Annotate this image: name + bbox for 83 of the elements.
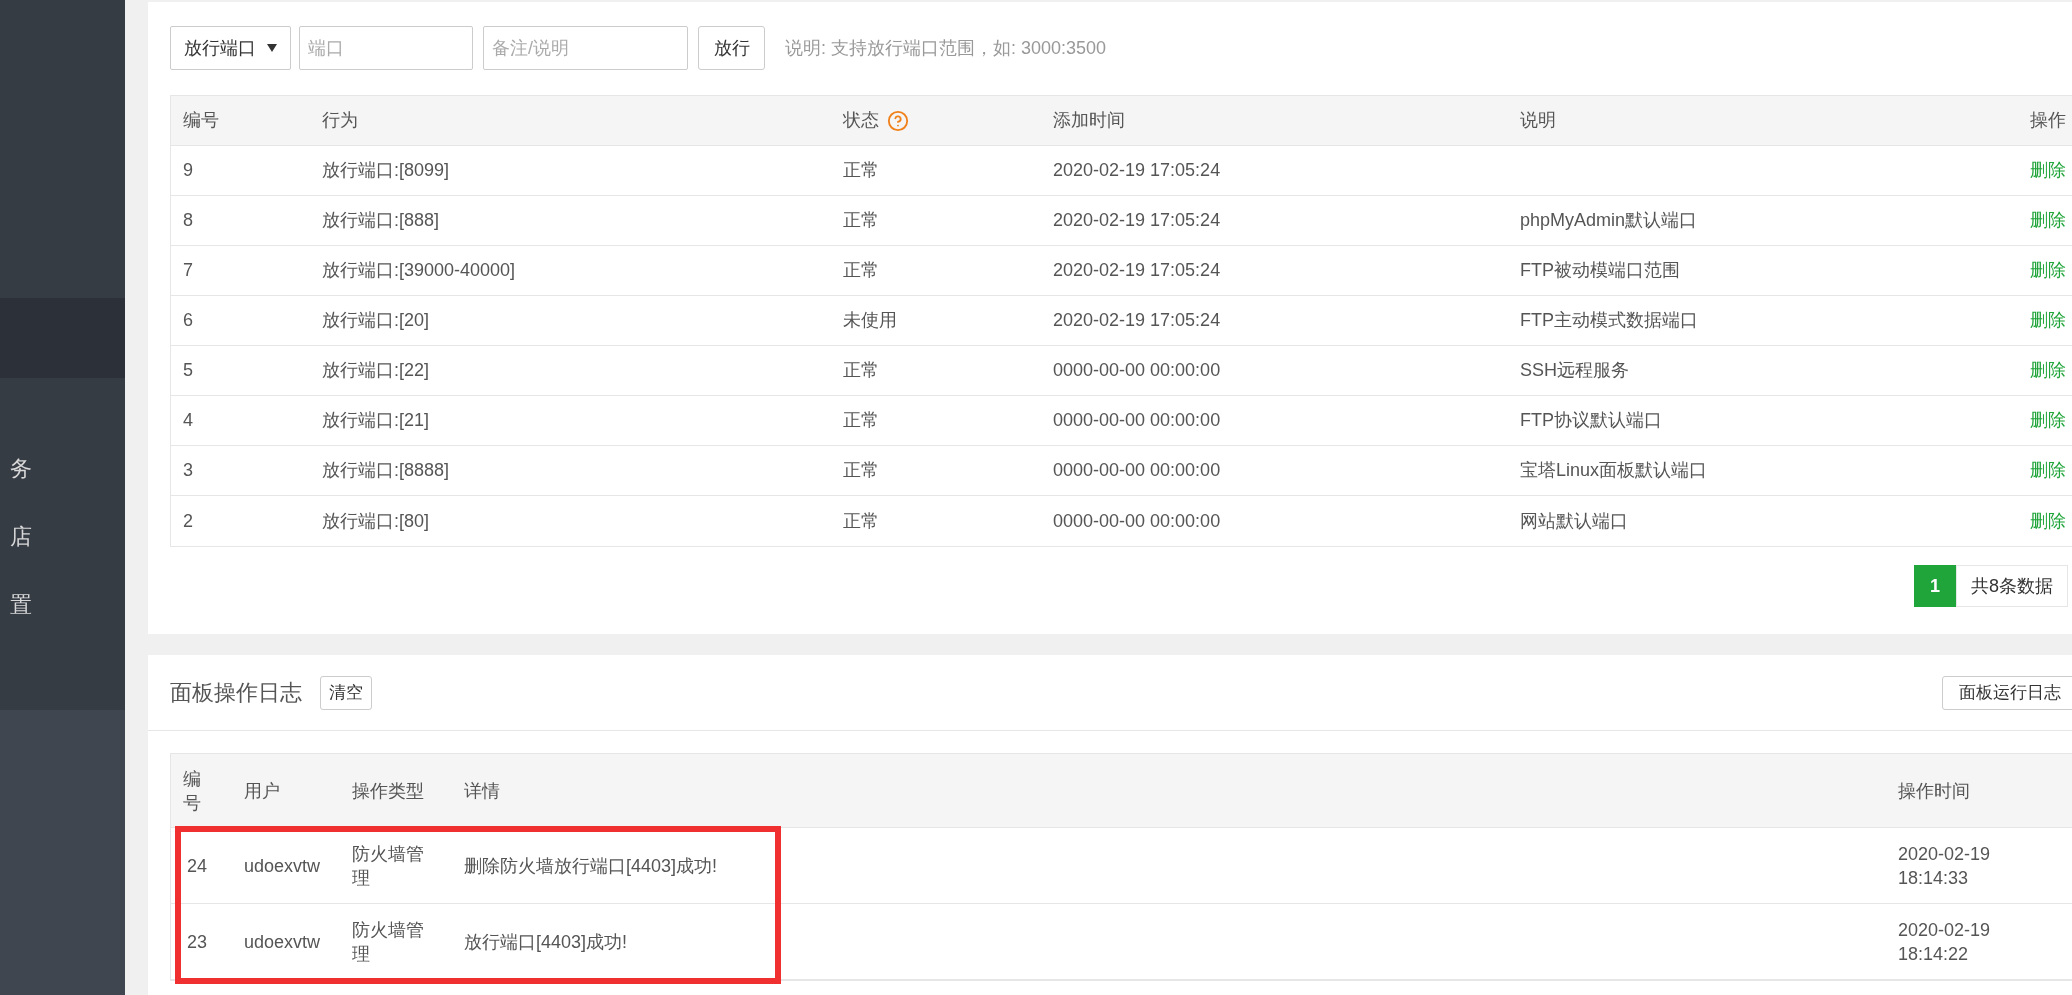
table-cell: 放行端口[4403]成功! bbox=[464, 931, 628, 952]
column-header: 操作类型 bbox=[352, 780, 424, 801]
delete-link[interactable]: 删除 bbox=[2030, 410, 2066, 430]
table-cell-text: 2020-02-19 18:14:22 bbox=[1898, 918, 1992, 966]
delete-link[interactable]: 删除 bbox=[2030, 160, 2066, 180]
column-header: 详情 bbox=[464, 780, 500, 801]
table-cell: 0000-00-00 00:00:00 bbox=[1053, 410, 1221, 430]
total-count: 共8条数据 bbox=[1956, 565, 2068, 607]
column-header: 操作 bbox=[2030, 109, 2066, 132]
table-cell: 删除防火墙放行端口[4403]成功! bbox=[464, 855, 718, 876]
rule-type-select[interactable]: 放行端口 bbox=[170, 26, 291, 70]
delete-link[interactable]: 删除 bbox=[2030, 310, 2066, 330]
table-cell: 放行端口:[888] bbox=[322, 210, 440, 230]
table-cell: 网站默认端口 bbox=[1520, 510, 1628, 531]
table-cell: 0000-00-00 00:00:00 bbox=[1053, 460, 1221, 480]
table-cell-text: 防火墙管理 bbox=[352, 842, 425, 890]
table-cell: 2020-02-19 17:05:24 bbox=[1053, 210, 1221, 230]
hint-text: 说明: 支持放行端口范围，如: 3000:3500 bbox=[785, 36, 1107, 60]
table-cell: 7 bbox=[183, 260, 193, 280]
table-cell: 正常 bbox=[843, 460, 879, 480]
table-cell: 放行端口:[20] bbox=[322, 310, 430, 330]
sidebar-item[interactable]: 务 bbox=[0, 434, 125, 502]
table-cell: 正常 bbox=[843, 360, 879, 380]
column-header: 行为 bbox=[322, 109, 358, 132]
delete-link[interactable]: 删除 bbox=[2030, 510, 2066, 531]
column-header: 添加时间 bbox=[1053, 109, 1125, 132]
allow-button[interactable]: 放行 bbox=[698, 26, 765, 70]
table-cell: 4 bbox=[183, 410, 193, 430]
table-cell: 放行端口:[21] bbox=[322, 410, 430, 430]
table-cell: udoexvtw bbox=[244, 931, 321, 952]
table-cell: 24 bbox=[187, 855, 208, 876]
table-cell-text: 2020-02-19 18:14:33 bbox=[1898, 842, 1992, 890]
table-cell: 2020-02-19 17:05:24 bbox=[1053, 260, 1221, 280]
delete-link[interactable]: 删除 bbox=[2030, 260, 2066, 280]
column-header: 状态 bbox=[843, 109, 879, 132]
table-cell: FTP主动模式数据端口 bbox=[1520, 310, 1698, 330]
run-log-button[interactable]: 面板运行日志 bbox=[1942, 675, 2072, 710]
table-cell: 放行端口:[80] bbox=[322, 510, 430, 531]
table-cell: FTP协议默认端口 bbox=[1520, 410, 1662, 430]
column-header: 用户 bbox=[244, 780, 280, 801]
sidebar-item[interactable]: 店 bbox=[0, 502, 125, 570]
table-cell: 2020-02-19 17:05:24 bbox=[1053, 160, 1221, 180]
delete-link[interactable]: 删除 bbox=[2030, 360, 2066, 380]
table-cell-text: 防火墙管理 bbox=[352, 918, 425, 966]
column-header: 编号 bbox=[183, 109, 219, 132]
table-cell: 6 bbox=[183, 310, 193, 330]
delete-link[interactable]: 删除 bbox=[2030, 460, 2066, 480]
table-cell: 2 bbox=[183, 510, 193, 531]
table-cell: 0000-00-00 00:00:00 bbox=[1053, 360, 1221, 380]
delete-link[interactable]: 删除 bbox=[2030, 210, 2066, 230]
help-icon[interactable] bbox=[887, 109, 909, 132]
table-cell: 放行端口:[39000-40000] bbox=[322, 260, 516, 280]
table-cell: 正常 bbox=[843, 160, 879, 180]
table-cell: FTP被动模端口范围 bbox=[1520, 260, 1680, 280]
section-title: 面板操作日志 bbox=[170, 679, 302, 707]
table-cell: 放行端口:[8888] bbox=[322, 460, 450, 480]
port-input-field[interactable]: 端口 bbox=[299, 26, 473, 70]
table-cell: 放行端口:[22] bbox=[322, 360, 430, 380]
table-cell: 正常 bbox=[843, 260, 879, 280]
table-cell: 放行端口:[8099] bbox=[322, 160, 450, 180]
clear-button[interactable]: 清空 bbox=[320, 675, 372, 710]
column-header: 说明 bbox=[1520, 109, 1556, 132]
table-cell: 5 bbox=[183, 360, 193, 380]
table-cell: 9 bbox=[183, 160, 193, 180]
table-cell: phpMyAdmin默认端口 bbox=[1520, 210, 1698, 230]
table-cell: udoexvtw bbox=[244, 855, 321, 876]
dropdown-caret-icon bbox=[267, 44, 277, 52]
table-cell: 23 bbox=[187, 931, 208, 952]
sidebar-item[interactable]: 置 bbox=[0, 570, 125, 638]
table-cell: 3 bbox=[183, 460, 193, 480]
table-cell: 0000-00-00 00:00:00 bbox=[1053, 510, 1221, 531]
note-input-field[interactable]: 备注/说明 bbox=[483, 26, 688, 70]
table-cell: 未使用 bbox=[843, 310, 897, 330]
table-cell: 2020-02-19 17:05:24 bbox=[1053, 310, 1221, 330]
table-cell: 正常 bbox=[843, 510, 879, 531]
table-cell: 正常 bbox=[843, 410, 879, 430]
table-cell: SSH远程服务 bbox=[1520, 360, 1629, 380]
table-cell: 宝塔Linux面板默认端口 bbox=[1520, 460, 1708, 480]
column-header: 操作时间 bbox=[1898, 780, 1970, 801]
column-header: 编号 bbox=[183, 767, 201, 815]
page-button[interactable]: 1 bbox=[1914, 565, 1956, 607]
table-cell: 正常 bbox=[843, 210, 879, 230]
table-cell: 8 bbox=[183, 210, 193, 230]
